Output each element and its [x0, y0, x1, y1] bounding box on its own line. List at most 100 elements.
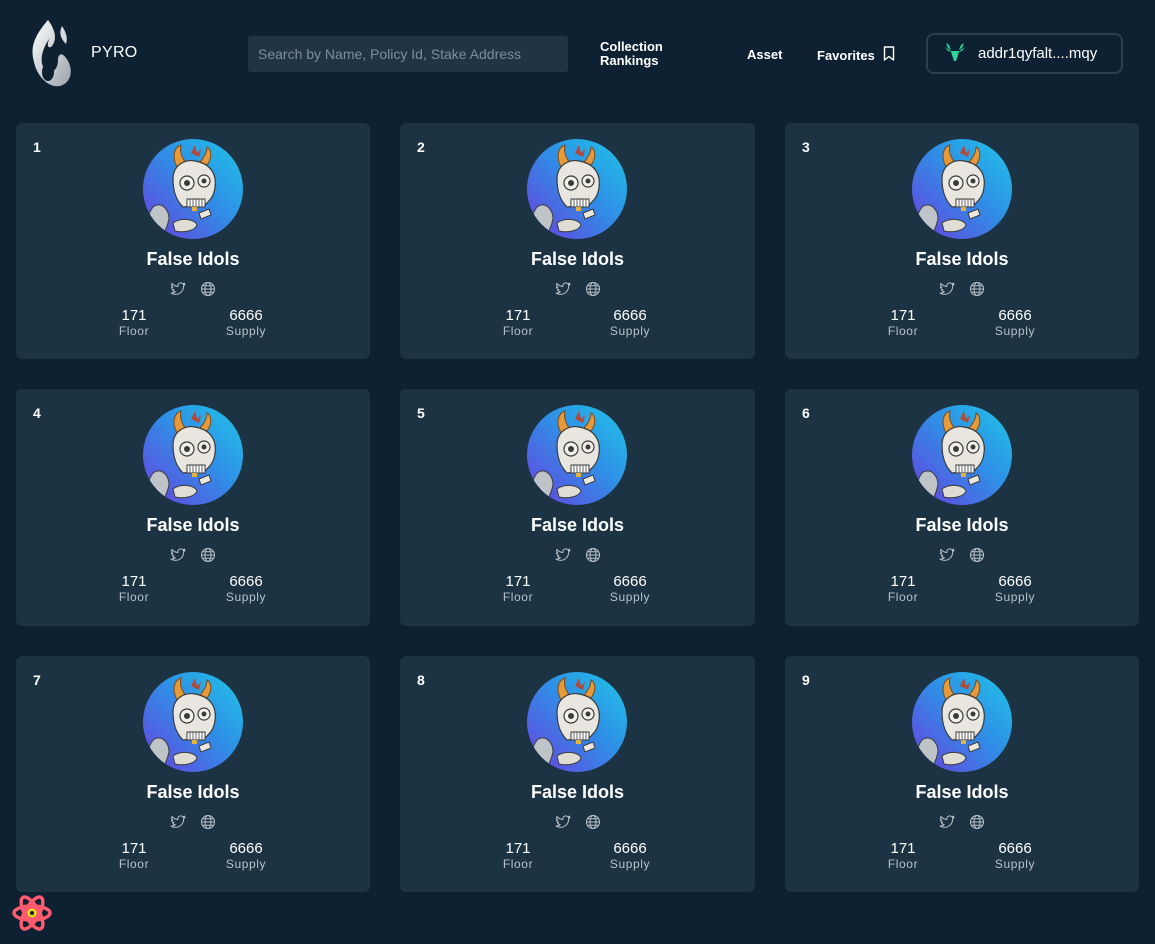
collection-card-1[interactable]: 1 False Idols 171 Floor 6666 Supply [16, 123, 370, 359]
floor-stat: 171 Floor [478, 840, 558, 871]
floor-value: 171 [505, 573, 531, 590]
floor-value: 171 [505, 307, 531, 324]
brand-name[interactable]: PYRO [91, 44, 138, 62]
rank-number: 8 [417, 672, 425, 688]
supply-value: 6666 [998, 307, 1032, 324]
nav-collection-rankings[interactable]: Collection Rankings [600, 40, 680, 68]
globe-icon[interactable] [200, 814, 216, 830]
twitter-icon[interactable] [555, 547, 571, 563]
twitter-icon[interactable] [170, 814, 186, 830]
twitter-icon[interactable] [939, 547, 955, 563]
collection-name[interactable]: False Idols [400, 515, 755, 536]
collection-card-3[interactable]: 3 False Idols 171 Floor 6666 Supply [785, 123, 1139, 359]
collection-grid: 1 False Idols 171 Floor 6666 Supply 2 Fa… [16, 123, 1139, 892]
twitter-icon[interactable] [555, 814, 571, 830]
collection-avatar [143, 672, 243, 772]
floor-value: 171 [890, 840, 916, 857]
social-links [16, 281, 370, 297]
social-links [785, 547, 1139, 563]
collection-card-9[interactable]: 9 False Idols 171 Floor 6666 Supply [785, 656, 1139, 892]
collection-name[interactable]: False Idols [16, 249, 370, 270]
rank-number: 2 [417, 139, 425, 155]
floor-value: 171 [121, 307, 147, 324]
rank-number: 3 [802, 139, 810, 155]
collection-name[interactable]: False Idols [785, 782, 1139, 803]
floor-label: Floor [502, 590, 534, 604]
collection-card-2[interactable]: 2 False Idols 171 Floor 6666 Supply [400, 123, 755, 359]
supply-stat: 6666 Supply [590, 573, 670, 604]
supply-stat: 6666 Supply [590, 840, 670, 871]
twitter-icon[interactable] [555, 281, 571, 297]
collection-card-7[interactable]: 7 False Idols 171 Floor 6666 Supply [16, 656, 370, 892]
supply-value: 6666 [613, 573, 647, 590]
floor-stat: 171 Floor [94, 307, 174, 338]
supply-value: 6666 [229, 840, 263, 857]
collection-card-5[interactable]: 5 False Idols 171 Floor 6666 Supply [400, 389, 755, 626]
floor-stat: 171 Floor [478, 307, 558, 338]
supply-label: Supply [225, 857, 267, 871]
pyro-flame-logo[interactable] [28, 18, 72, 90]
supply-stat: 6666 Supply [975, 573, 1055, 604]
floor-value: 171 [890, 307, 916, 324]
supply-label: Supply [994, 590, 1036, 604]
twitter-icon[interactable] [939, 814, 955, 830]
collection-avatar [527, 139, 627, 239]
nav-favorites[interactable]: Favorites [817, 46, 895, 64]
top-bar: PYRO Collection Rankings Asset Favorites… [0, 0, 1155, 108]
floor-value: 171 [505, 840, 531, 857]
social-links [785, 281, 1139, 297]
collection-card-6[interactable]: 6 False Idols 171 Floor 6666 Supply [785, 389, 1139, 626]
collection-name[interactable]: False Idols [400, 249, 755, 270]
globe-icon[interactable] [969, 281, 985, 297]
social-links [400, 281, 755, 297]
collection-card-4[interactable]: 4 False Idols 171 Floor 6666 Supply [16, 389, 370, 626]
rank-number: 6 [802, 405, 810, 421]
supply-label: Supply [609, 590, 651, 604]
search-input[interactable] [248, 36, 568, 72]
globe-icon[interactable] [200, 281, 216, 297]
social-links [400, 814, 755, 830]
globe-icon[interactable] [969, 547, 985, 563]
supply-value: 6666 [229, 307, 263, 324]
supply-label: Supply [994, 324, 1036, 338]
supply-value: 6666 [998, 573, 1032, 590]
globe-icon[interactable] [585, 814, 601, 830]
collection-name[interactable]: False Idols [16, 515, 370, 536]
floor-value: 171 [121, 840, 147, 857]
stag-icon [944, 41, 966, 67]
react-devtools-icon[interactable] [12, 893, 52, 933]
supply-value: 6666 [613, 840, 647, 857]
rank-number: 7 [33, 672, 41, 688]
globe-icon[interactable] [200, 547, 216, 563]
supply-label: Supply [609, 324, 651, 338]
floor-stat: 171 Floor [863, 307, 943, 338]
nav-favorites-label: Favorites [817, 47, 875, 63]
floor-label: Floor [887, 857, 919, 871]
collection-name[interactable]: False Idols [785, 249, 1139, 270]
social-links [400, 547, 755, 563]
collection-name[interactable]: False Idols [785, 515, 1139, 536]
rank-number: 9 [802, 672, 810, 688]
globe-icon[interactable] [969, 814, 985, 830]
floor-label: Floor [502, 857, 534, 871]
nav-asset[interactable]: Asset [747, 47, 782, 62]
collection-name[interactable]: False Idols [400, 782, 755, 803]
supply-label: Supply [225, 590, 267, 604]
twitter-icon[interactable] [170, 281, 186, 297]
supply-label: Supply [609, 857, 651, 871]
floor-stat: 171 Floor [478, 573, 558, 604]
collection-card-8[interactable]: 8 False Idols 171 Floor 6666 Supply [400, 656, 755, 892]
collection-name[interactable]: False Idols [16, 782, 370, 803]
twitter-icon[interactable] [939, 281, 955, 297]
globe-icon[interactable] [585, 547, 601, 563]
floor-label: Floor [502, 324, 534, 338]
floor-label: Floor [118, 590, 150, 604]
floor-label: Floor [118, 857, 150, 871]
rank-number: 5 [417, 405, 425, 421]
twitter-icon[interactable] [170, 547, 186, 563]
floor-stat: 171 Floor [94, 573, 174, 604]
wallet-button[interactable]: addr1qyfalt....mqy [926, 33, 1123, 74]
globe-icon[interactable] [585, 281, 601, 297]
social-links [16, 814, 370, 830]
bookmark-icon [883, 46, 895, 64]
